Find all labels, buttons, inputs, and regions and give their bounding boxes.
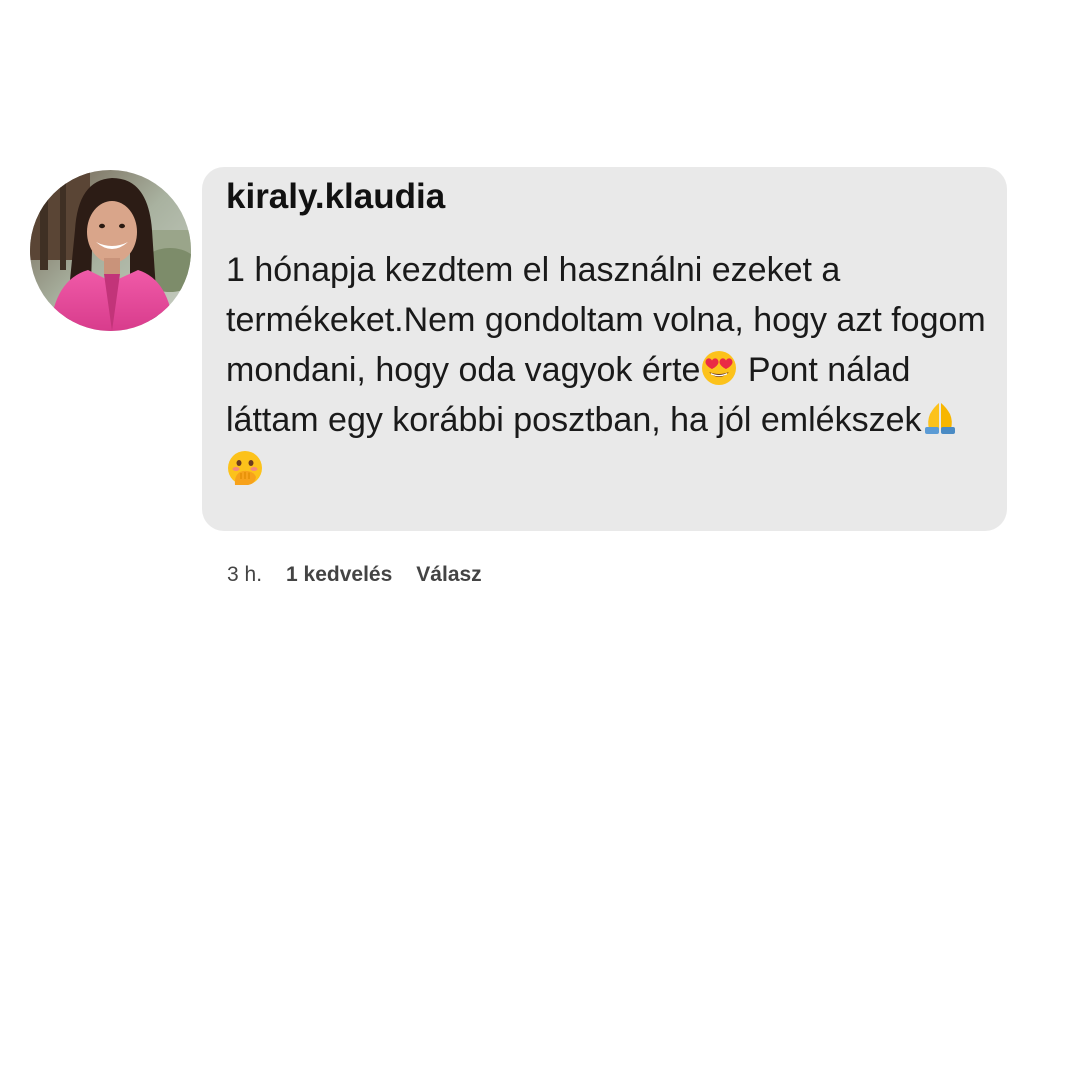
avatar-photo bbox=[30, 170, 191, 331]
comment-text: 1 hónapja kezdtem el használni ezeket a … bbox=[226, 245, 986, 495]
comment-username[interactable]: kiraly.klaudia bbox=[226, 175, 983, 219]
comment-canvas: kiraly.klaudia 1 hónapja kezdtem el hasz… bbox=[0, 0, 1080, 1080]
comment-meta: 3 h. 1 kedvelés Válasz bbox=[227, 561, 482, 589]
avatar[interactable] bbox=[30, 170, 191, 331]
comment-bubble: kiraly.klaudia 1 hónapja kezdtem el hasz… bbox=[202, 167, 1007, 531]
folded-hands-emoji bbox=[921, 399, 959, 437]
comment-timestamp: 3 h. bbox=[227, 563, 263, 586]
heart-eyes-emoji bbox=[700, 349, 738, 387]
hand-over-mouth-emoji bbox=[226, 449, 264, 487]
likes-count-link[interactable]: 1 kedvelés bbox=[286, 563, 392, 587]
reply-button[interactable]: Válasz bbox=[416, 563, 481, 587]
